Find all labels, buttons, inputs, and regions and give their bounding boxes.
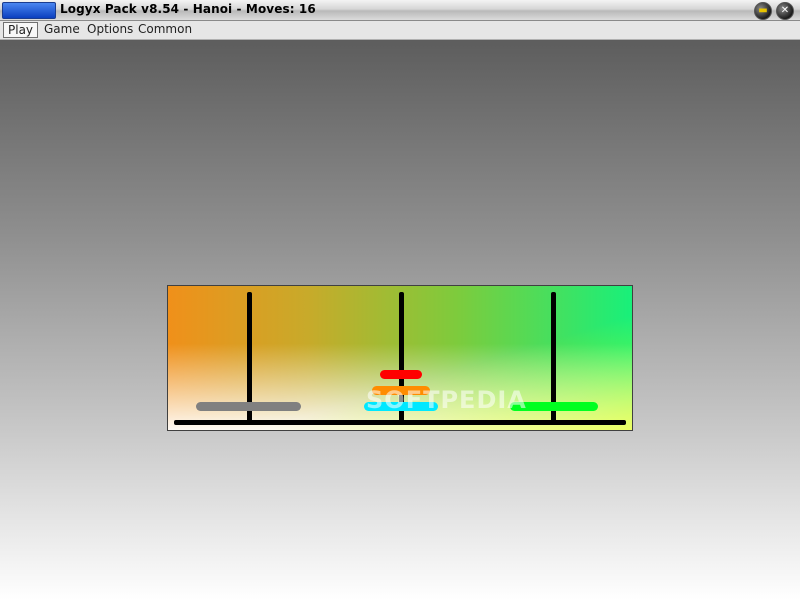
hanoi-board[interactable]: SOFTPEDIA (167, 285, 633, 431)
minimize-icon: ▬ (758, 5, 768, 16)
title-bar[interactable]: Logyx Pack v8.54 - Hanoi - Moves: 16 ▬ ✕ (0, 0, 800, 21)
close-icon: ✕ (780, 5, 790, 16)
app-icon (2, 2, 56, 19)
board-base (174, 420, 626, 425)
disk-red[interactable] (380, 370, 422, 379)
game-area: SOFTPEDIA (0, 40, 800, 600)
menu-common[interactable]: Common (134, 22, 196, 36)
minimize-button[interactable]: ▬ (754, 2, 772, 20)
menu-game[interactable]: Game (40, 22, 84, 36)
close-button[interactable]: ✕ (776, 2, 794, 20)
window-title: Logyx Pack v8.54 - Hanoi - Moves: 16 (60, 2, 316, 16)
menu-options[interactable]: Options (83, 22, 137, 36)
menu-play[interactable]: Play (3, 22, 39, 38)
watermark-text: SOFTPEDIA (366, 386, 527, 414)
menu-bar: Play Game Options Common (0, 21, 800, 40)
disk-gray[interactable] (196, 402, 301, 411)
